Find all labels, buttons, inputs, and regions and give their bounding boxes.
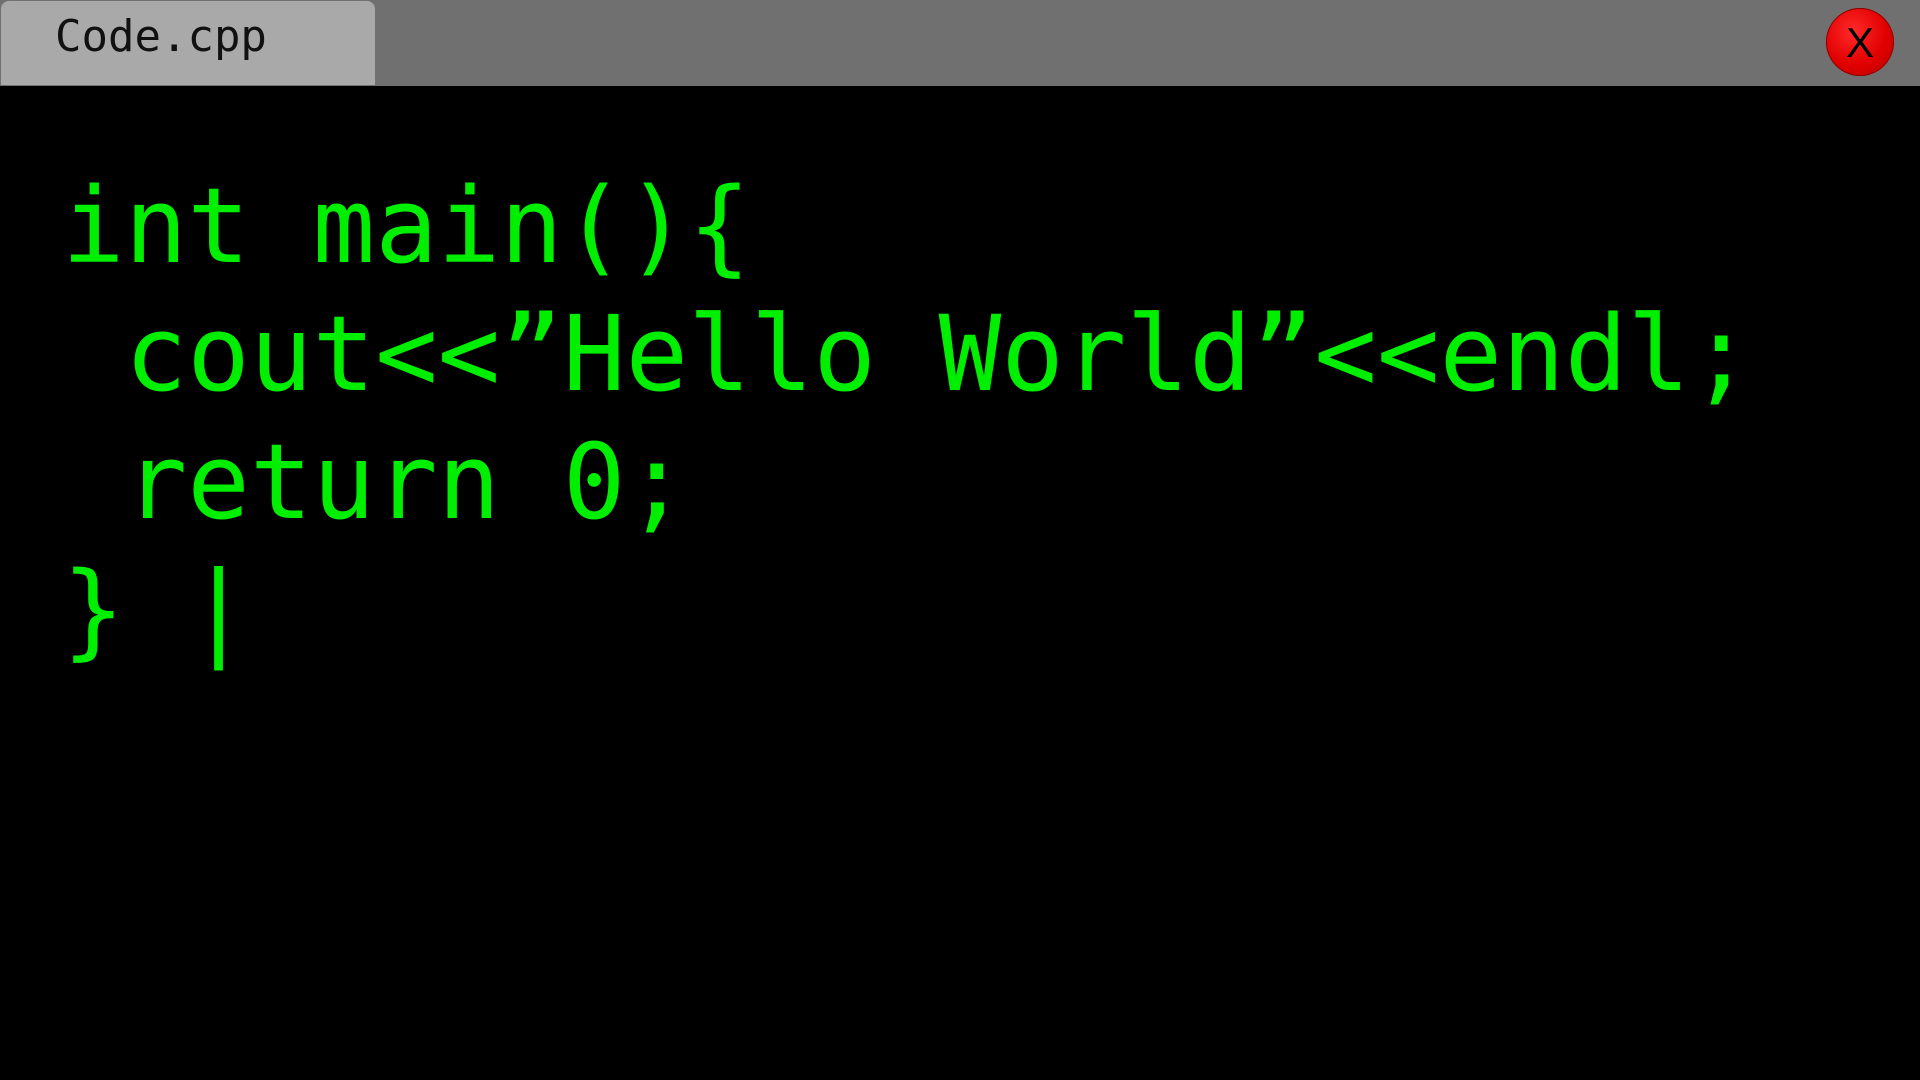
code-editor-area[interactable]: int main(){ cout<<”Hello World”<<endl; r…	[0, 86, 1920, 1080]
code-line: return 0;	[62, 421, 689, 543]
code-line: cout<<”Hello World”<<endl;	[62, 293, 1753, 415]
tab-code-cpp[interactable]: Code.cpp	[1, 1, 375, 85]
code-editor-window: Code.cpp X int main(){ cout<<”Hello Worl…	[0, 0, 1920, 1080]
code-line: int main(){	[62, 165, 751, 287]
close-button[interactable]: X	[1826, 8, 1894, 76]
tab-label: Code.cpp	[55, 10, 267, 62]
close-icon: X	[1845, 19, 1874, 66]
title-bar: Code.cpp X	[0, 0, 1920, 86]
code-line: } |	[62, 549, 250, 671]
